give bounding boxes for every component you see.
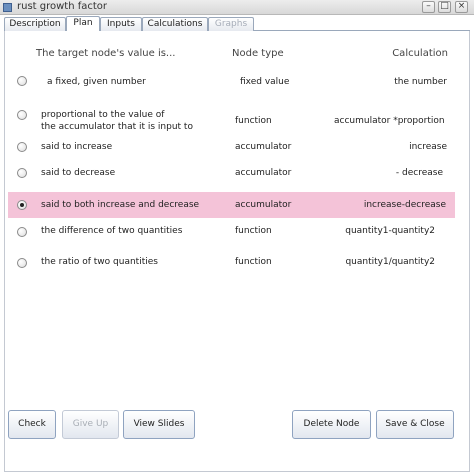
minimize-icon: – (426, 1, 431, 11)
tab-calculations[interactable]: Calculations (142, 17, 208, 32)
row-description: said to increase (41, 142, 113, 152)
row-node-type: function (235, 257, 272, 267)
row-node-type: function (235, 226, 272, 236)
tab-plan[interactable]: Plan (66, 16, 100, 32)
row-node-type: fixed value (240, 77, 290, 87)
radio-increase[interactable] (17, 142, 27, 152)
app-icon (3, 3, 12, 12)
radio-ratio[interactable] (17, 258, 27, 268)
row-description: proportional to the value of (41, 110, 165, 120)
radio-fixed-value[interactable] (17, 76, 27, 86)
row-node-type: accumulator (235, 168, 292, 178)
tab-description[interactable]: Description (4, 17, 66, 32)
tab-inputs[interactable]: Inputs (100, 17, 142, 32)
header-calculation: Calculation (392, 48, 448, 59)
row-calculation: the number (394, 77, 447, 87)
maximize-button[interactable]: □ (438, 1, 451, 13)
close-button[interactable]: × (455, 1, 468, 13)
radio-increase-decrease[interactable] (17, 200, 27, 210)
title-bar: rust growth factor – □ × (0, 0, 474, 15)
row-calculation: quantity1/quantity2 (345, 257, 435, 267)
header-description: The target node's value is... (36, 48, 176, 59)
row-calculation: quantity1-quantity2 (345, 226, 435, 236)
radio-difference[interactable] (17, 227, 27, 237)
row-description: the difference of two quantities (41, 226, 183, 236)
tab-strip: Description Plan Inputs Calculations Gra… (4, 16, 470, 32)
row-description: the ratio of two quantities (41, 257, 158, 267)
row-node-type: accumulator (235, 200, 292, 210)
row-calculation: - decrease (395, 168, 443, 178)
save-close-button[interactable]: Save & Close (376, 410, 454, 439)
minimize-button[interactable]: – (422, 1, 435, 13)
delete-node-button[interactable]: Delete Node (292, 410, 371, 439)
row-calculation: increase (409, 142, 447, 152)
row-calculation: accumulator *proportion (334, 116, 445, 126)
maximize-icon: □ (440, 1, 449, 11)
radio-proportional[interactable] (17, 110, 27, 120)
tab-graphs: Graphs (208, 17, 254, 32)
give-up-button: Give Up (62, 410, 119, 439)
close-icon: × (457, 1, 466, 11)
header-node-type: Node type (232, 48, 284, 59)
row-description: said to both increase and decrease (41, 200, 200, 210)
row-calculation: increase-decrease (363, 200, 446, 210)
row-node-type: accumulator (235, 142, 292, 152)
radio-decrease[interactable] (17, 168, 27, 178)
row-description: said to decrease (41, 168, 116, 178)
row-description: a fixed, given number (47, 77, 146, 87)
row-description-line2: the accumulator that it is input to (41, 122, 193, 132)
row-node-type: function (235, 116, 272, 126)
view-slides-button[interactable]: View Slides (123, 410, 195, 439)
window-title: rust growth factor (17, 1, 108, 12)
plan-panel (4, 31, 470, 472)
check-button[interactable]: Check (8, 410, 56, 439)
